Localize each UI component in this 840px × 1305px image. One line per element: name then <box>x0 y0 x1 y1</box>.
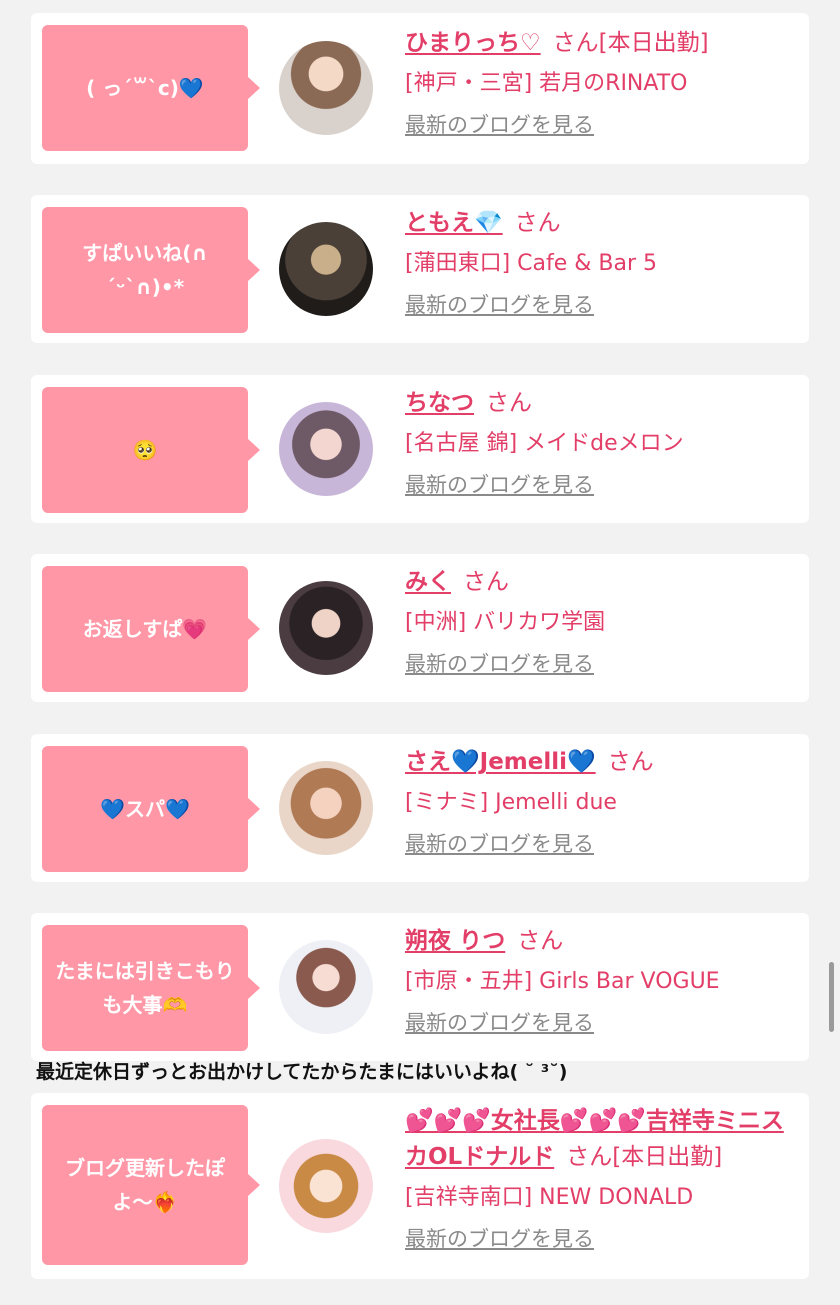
blog-card: 🥺 ちなつ さん [名古屋 錦] メイドdeメロン 最新のブログを見る <box>31 375 809 523</box>
san-label: さん <box>486 390 532 416</box>
latest-blog-link[interactable]: 最新のブログを見る <box>405 1223 801 1255</box>
avatar[interactable] <box>279 402 373 496</box>
blog-card: 💙スパ💙 さえ💙Jemelli💙 さん [ミナミ] Jemelli due 最新の… <box>31 734 809 882</box>
avatar[interactable] <box>279 940 373 1034</box>
blog-card: たまには引きこもりも大事🫶 朔夜 りつ さん [市原・五井] Girls Bar … <box>31 913 809 1061</box>
san-label: さん <box>514 210 561 236</box>
shop-label: [蒲田東口] Cafe & Bar 5 <box>405 251 658 276</box>
latest-blog-link[interactable]: 最新のブログを見る <box>405 109 801 141</box>
blog-card: お返しすぱ💗 みく さん [中洲] バリカワ学園 最新のブログを見る <box>31 554 809 702</box>
san-label: さん <box>607 749 654 775</box>
avatar[interactable] <box>279 581 373 675</box>
shop-label: [吉祥寺南口] NEW DONALD <box>405 1185 694 1210</box>
status-badge: [本日出勤] <box>598 30 709 56</box>
shop-label: [市原・五井] Girls Bar VOGUE <box>405 969 720 994</box>
san-label: さん <box>552 30 599 56</box>
shop-label: [ミナミ] Jemelli due <box>405 790 617 815</box>
message-bubble: お返しすぱ💗 <box>42 566 260 692</box>
shop-label: [神戸・三宮] 若月のRINATO <box>405 71 688 96</box>
message-bubble: 🥺 <box>42 387 260 513</box>
overlay-caption: 最近定休日ずっとお出かけしてたからたまにはいいよね( ˘ ³˘) <box>36 1061 568 1083</box>
shop-label: [中洲] バリカワ学園 <box>405 610 606 635</box>
avatar[interactable] <box>279 222 373 316</box>
cast-name-link[interactable]: みく <box>405 569 451 595</box>
cast-name-link[interactable]: さえ💙Jemelli💙 <box>405 749 596 775</box>
blog-card: ブログ更新したぽよ〜❤️‍🔥 💕💕💕女社長💕💕💕吉祥寺ミニスカOLドナルド さん[… <box>31 1093 809 1279</box>
san-label: さん <box>463 569 509 595</box>
avatar[interactable] <box>279 41 373 135</box>
cast-name-link[interactable]: 朔夜 りつ <box>405 928 505 954</box>
latest-blog-link[interactable]: 最新のブログを見る <box>405 828 801 860</box>
message-bubble: 💙スパ💙 <box>42 746 260 872</box>
san-label: さん <box>566 1144 613 1170</box>
status-badge: [本日出勤] <box>612 1144 723 1170</box>
cast-name-link[interactable]: ちなつ <box>405 390 474 416</box>
scrollbar[interactable] <box>829 962 834 1032</box>
avatar[interactable] <box>279 1139 373 1233</box>
cast-name-link[interactable]: ひまりっち♡ <box>405 30 541 56</box>
blog-card: すぱいいね(∩´ᵕ`∩)•* ともえ💎 さん [蒲田東口] Cafe & Bar … <box>31 195 809 343</box>
shop-label: [名古屋 錦] メイドdeメロン <box>405 431 684 456</box>
avatar[interactable] <box>279 761 373 855</box>
latest-blog-link[interactable]: 最新のブログを見る <box>405 289 801 321</box>
message-bubble: ( っ´꒳`c)💙 <box>42 25 260 151</box>
message-bubble: ブログ更新したぽよ〜❤️‍🔥 <box>42 1105 260 1265</box>
latest-blog-link[interactable]: 最新のブログを見る <box>405 1007 801 1039</box>
blog-card: ( っ´꒳`c)💙 ひまりっち♡ さん[本日出勤] [神戸・三宮] 若月のRINA… <box>31 13 809 164</box>
cast-name-link[interactable]: ともえ💎 <box>405 210 503 236</box>
latest-blog-link[interactable]: 最新のブログを見る <box>405 648 801 680</box>
latest-blog-link[interactable]: 最新のブログを見る <box>405 469 801 501</box>
message-bubble: すぱいいね(∩´ᵕ`∩)•* <box>42 207 260 333</box>
san-label: さん <box>517 928 564 954</box>
message-bubble: たまには引きこもりも大事🫶 <box>42 925 260 1051</box>
